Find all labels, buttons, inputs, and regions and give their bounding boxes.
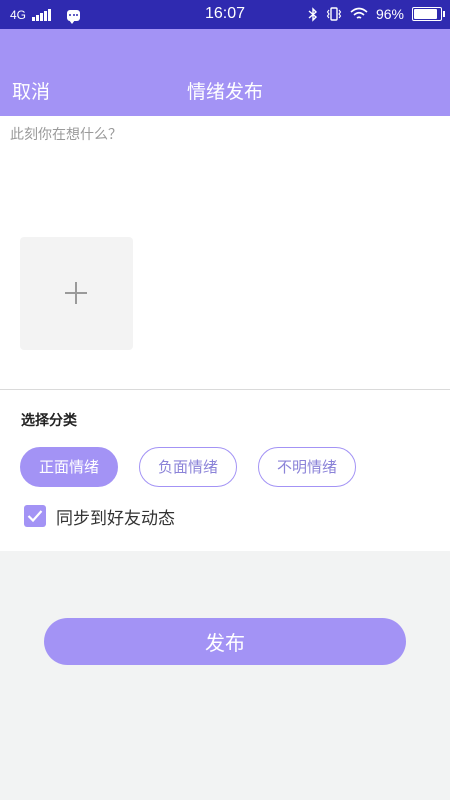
mood-input[interactable] (10, 124, 440, 224)
header: 取消 情绪发布 (0, 29, 450, 116)
vibrate-icon (326, 7, 342, 21)
category-positive[interactable]: 正面情绪 (20, 447, 118, 487)
wifi-icon (350, 7, 368, 19)
bluetooth-icon (308, 6, 317, 22)
category-unclear[interactable]: 不明情绪 (258, 447, 356, 487)
battery-percent: 96% (375, 6, 404, 22)
status-right: 96% (308, 5, 445, 23)
category-section: 选择分类 正面情绪 负面情绪 不明情绪 同步到好友动态 (0, 390, 450, 551)
battery-fill (414, 9, 438, 19)
check-icon (27, 510, 43, 523)
add-image-button[interactable] (20, 237, 133, 350)
page-title: 情绪发布 (186, 81, 263, 103)
plus-icon (65, 282, 87, 304)
sync-label: 同步到好友动态 (56, 508, 175, 529)
battery-icon (412, 7, 445, 21)
publish-button[interactable]: 发布 (44, 618, 406, 665)
category-title: 选择分类 (21, 413, 77, 429)
sync-checkbox[interactable] (24, 505, 46, 527)
compose-area (0, 116, 450, 389)
status-bar: 4G 16:07 96% (0, 0, 450, 29)
sync-to-feed[interactable]: 同步到好友动态 (24, 504, 175, 529)
category-negative[interactable]: 负面情绪 (139, 447, 237, 487)
